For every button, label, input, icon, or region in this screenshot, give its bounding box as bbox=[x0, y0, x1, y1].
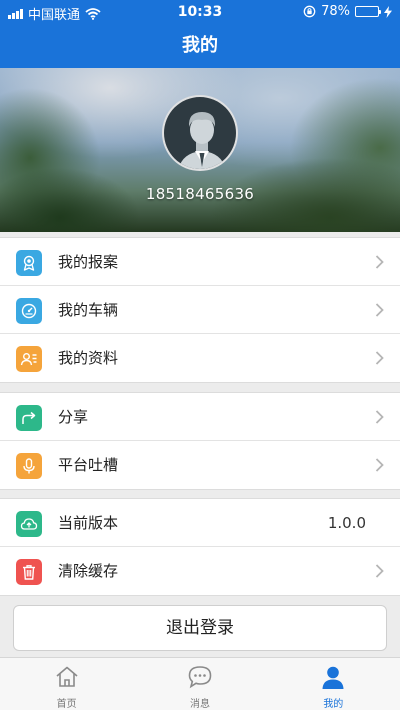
menu-item-label: 当前版本 bbox=[58, 514, 119, 532]
chevron-right-icon bbox=[375, 564, 384, 578]
tab-bar: 首页 消息 我的 bbox=[0, 657, 400, 710]
menu-item-my-vehicles[interactable]: 我的车辆 bbox=[0, 286, 400, 334]
menu-group-account: 我的报案 我的车辆 我的资料 bbox=[0, 237, 400, 383]
menu-item-label: 分享 bbox=[58, 408, 89, 426]
menu-item-label: 清除缓存 bbox=[58, 562, 119, 580]
menu-item-label: 我的资料 bbox=[58, 349, 119, 367]
user-icon bbox=[322, 666, 344, 689]
tab-messages[interactable]: 消息 bbox=[133, 658, 266, 710]
menu-item-share[interactable]: 分享 bbox=[0, 393, 400, 441]
menu-item-clear-cache[interactable]: 清除缓存 bbox=[0, 547, 400, 595]
battery-icon bbox=[355, 6, 381, 17]
menu-item-my-reports[interactable]: 我的报案 bbox=[0, 238, 400, 286]
home-icon bbox=[56, 666, 78, 687]
chevron-right-icon bbox=[375, 458, 384, 472]
menu-item-label: 平台吐槽 bbox=[58, 456, 119, 474]
avatar[interactable] bbox=[162, 95, 238, 171]
chevron-right-icon bbox=[375, 410, 384, 424]
battery-percent: 78% bbox=[321, 4, 350, 19]
cloud-upload-icon bbox=[16, 511, 42, 537]
version-value: 1.0.0 bbox=[327, 514, 366, 532]
tab-label: 消息 bbox=[189, 699, 210, 710]
chevron-right-icon bbox=[375, 303, 384, 317]
phone-number: 18518465636 bbox=[145, 185, 255, 203]
message-icon bbox=[188, 666, 212, 689]
profile-card-icon bbox=[16, 346, 42, 372]
rotation-lock-icon bbox=[303, 5, 316, 18]
menu-item-label: 我的报案 bbox=[58, 253, 119, 271]
status-bar: 中国联通 10:33 78% bbox=[0, 0, 400, 24]
tab-label: 我的 bbox=[323, 699, 344, 710]
charging-bolt-icon bbox=[384, 5, 392, 18]
profile-header: 18518465636 bbox=[0, 68, 400, 232]
menu-group-social: 分享 平台吐槽 bbox=[0, 392, 400, 490]
user-silhouette-icon bbox=[178, 112, 226, 169]
menu-group-app: 当前版本 1.0.0 清除缓存 bbox=[0, 498, 400, 596]
menu-item-feedback[interactable]: 平台吐槽 bbox=[0, 441, 400, 489]
microphone-icon bbox=[16, 453, 42, 479]
menu-item-my-profile[interactable]: 我的资料 bbox=[0, 334, 400, 382]
tab-label: 首页 bbox=[56, 699, 77, 710]
tab-mine[interactable]: 我的 bbox=[267, 658, 400, 710]
menu-item-version: 当前版本 1.0.0 bbox=[0, 499, 400, 547]
menu-item-label: 我的车辆 bbox=[58, 301, 119, 319]
nav-title: 我的 bbox=[0, 24, 400, 68]
tab-home[interactable]: 首页 bbox=[0, 658, 133, 710]
award-ribbon-icon bbox=[16, 250, 42, 276]
chevron-right-icon bbox=[375, 351, 384, 365]
speedometer-icon bbox=[16, 298, 42, 324]
share-icon bbox=[16, 405, 42, 431]
logout-button[interactable]: 退出登录 bbox=[13, 605, 387, 651]
trash-icon bbox=[16, 559, 42, 585]
chevron-right-icon bbox=[375, 255, 384, 269]
